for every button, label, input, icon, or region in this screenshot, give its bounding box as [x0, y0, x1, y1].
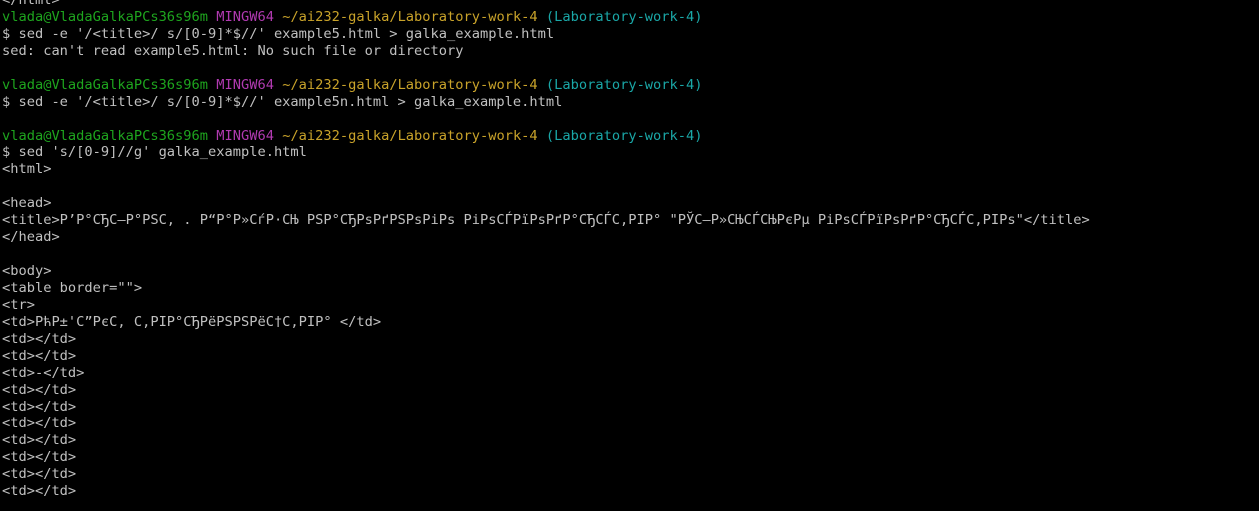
prompt-branch: (Laboratory-work-4) [545, 8, 703, 25]
output-line: <head> [2, 195, 52, 212]
output-line: <td></td> [2, 347, 77, 364]
output-line: <td></td> [2, 398, 77, 415]
output-line: <td></td> [2, 330, 77, 347]
prompt-user: vlada@VladaGalkaPCs36s96m [2, 76, 209, 93]
output-line: <td></td> [2, 381, 77, 398]
prompt-line: vlada@VladaGalkaPCs36s96m MINGW64 ~/ai23… [2, 128, 1257, 145]
output-line: <html> [2, 161, 52, 178]
output-line: </html> [2, 0, 60, 8]
output-line: </head> [2, 229, 60, 246]
output-line: <tr> [2, 296, 35, 313]
output-line: $ sed -e '/<title>/ s/[0-9]*$//' example… [2, 25, 555, 42]
prompt-branch: (Laboratory-work-4) [545, 76, 703, 93]
output-line: $ sed 's/[0-9]//g' galka_example.html [2, 144, 307, 161]
output-line: <title>Р’Р°СЂС–Р°РЅС‚ . Р“Р°Р»СѓР·СЊ РЅР… [2, 212, 1090, 229]
prompt-path: ~/ai232-galka/Laboratory-work-4 [282, 76, 538, 93]
output-line: <td></td> [2, 466, 77, 483]
prompt-line: vlada@VladaGalkaPCs36s96m MINGW64 ~/ai23… [2, 9, 1257, 26]
prompt-env: MINGW64 [216, 8, 274, 25]
output-line: <td></td> [2, 415, 77, 432]
output-line: <body> [2, 263, 52, 279]
output-line: <td></td> [2, 432, 77, 449]
output-line: <td>РћР±'С”РєС‚ С‚РІР°СЂРёРЅРЅРёС†С‚РІР°… [2, 313, 382, 330]
terminal-output[interactable]: </html> vlada@VladaGalkaPCs36s96m MINGW64… [2, 0, 1257, 500]
prompt-env: MINGW64 [216, 76, 274, 93]
output-line: <td>-</td> [2, 364, 85, 381]
output-line: $ sed -e '/<title>/ s/[0-9]*$//' example… [2, 93, 563, 110]
prompt-path: ~/ai232-galka/Laboratory-work-4 [282, 127, 538, 144]
prompt-path: ~/ai232-galka/Laboratory-work-4 [282, 8, 538, 25]
prompt-user: vlada@VladaGalkaPCs36s96m [2, 127, 209, 144]
output-line: <table border=""> [2, 279, 143, 296]
output-line: sed: can't read example5.html: No such f… [2, 42, 464, 59]
output-line: <td></td> [2, 449, 77, 466]
prompt-line: vlada@VladaGalkaPCs36s96m MINGW64 ~/ai23… [2, 77, 1257, 94]
prompt-env: MINGW64 [216, 127, 274, 144]
prompt-user: vlada@VladaGalkaPCs36s96m [2, 8, 209, 25]
prompt-branch: (Laboratory-work-4) [545, 127, 703, 144]
output-line: <td></td> [2, 483, 77, 500]
